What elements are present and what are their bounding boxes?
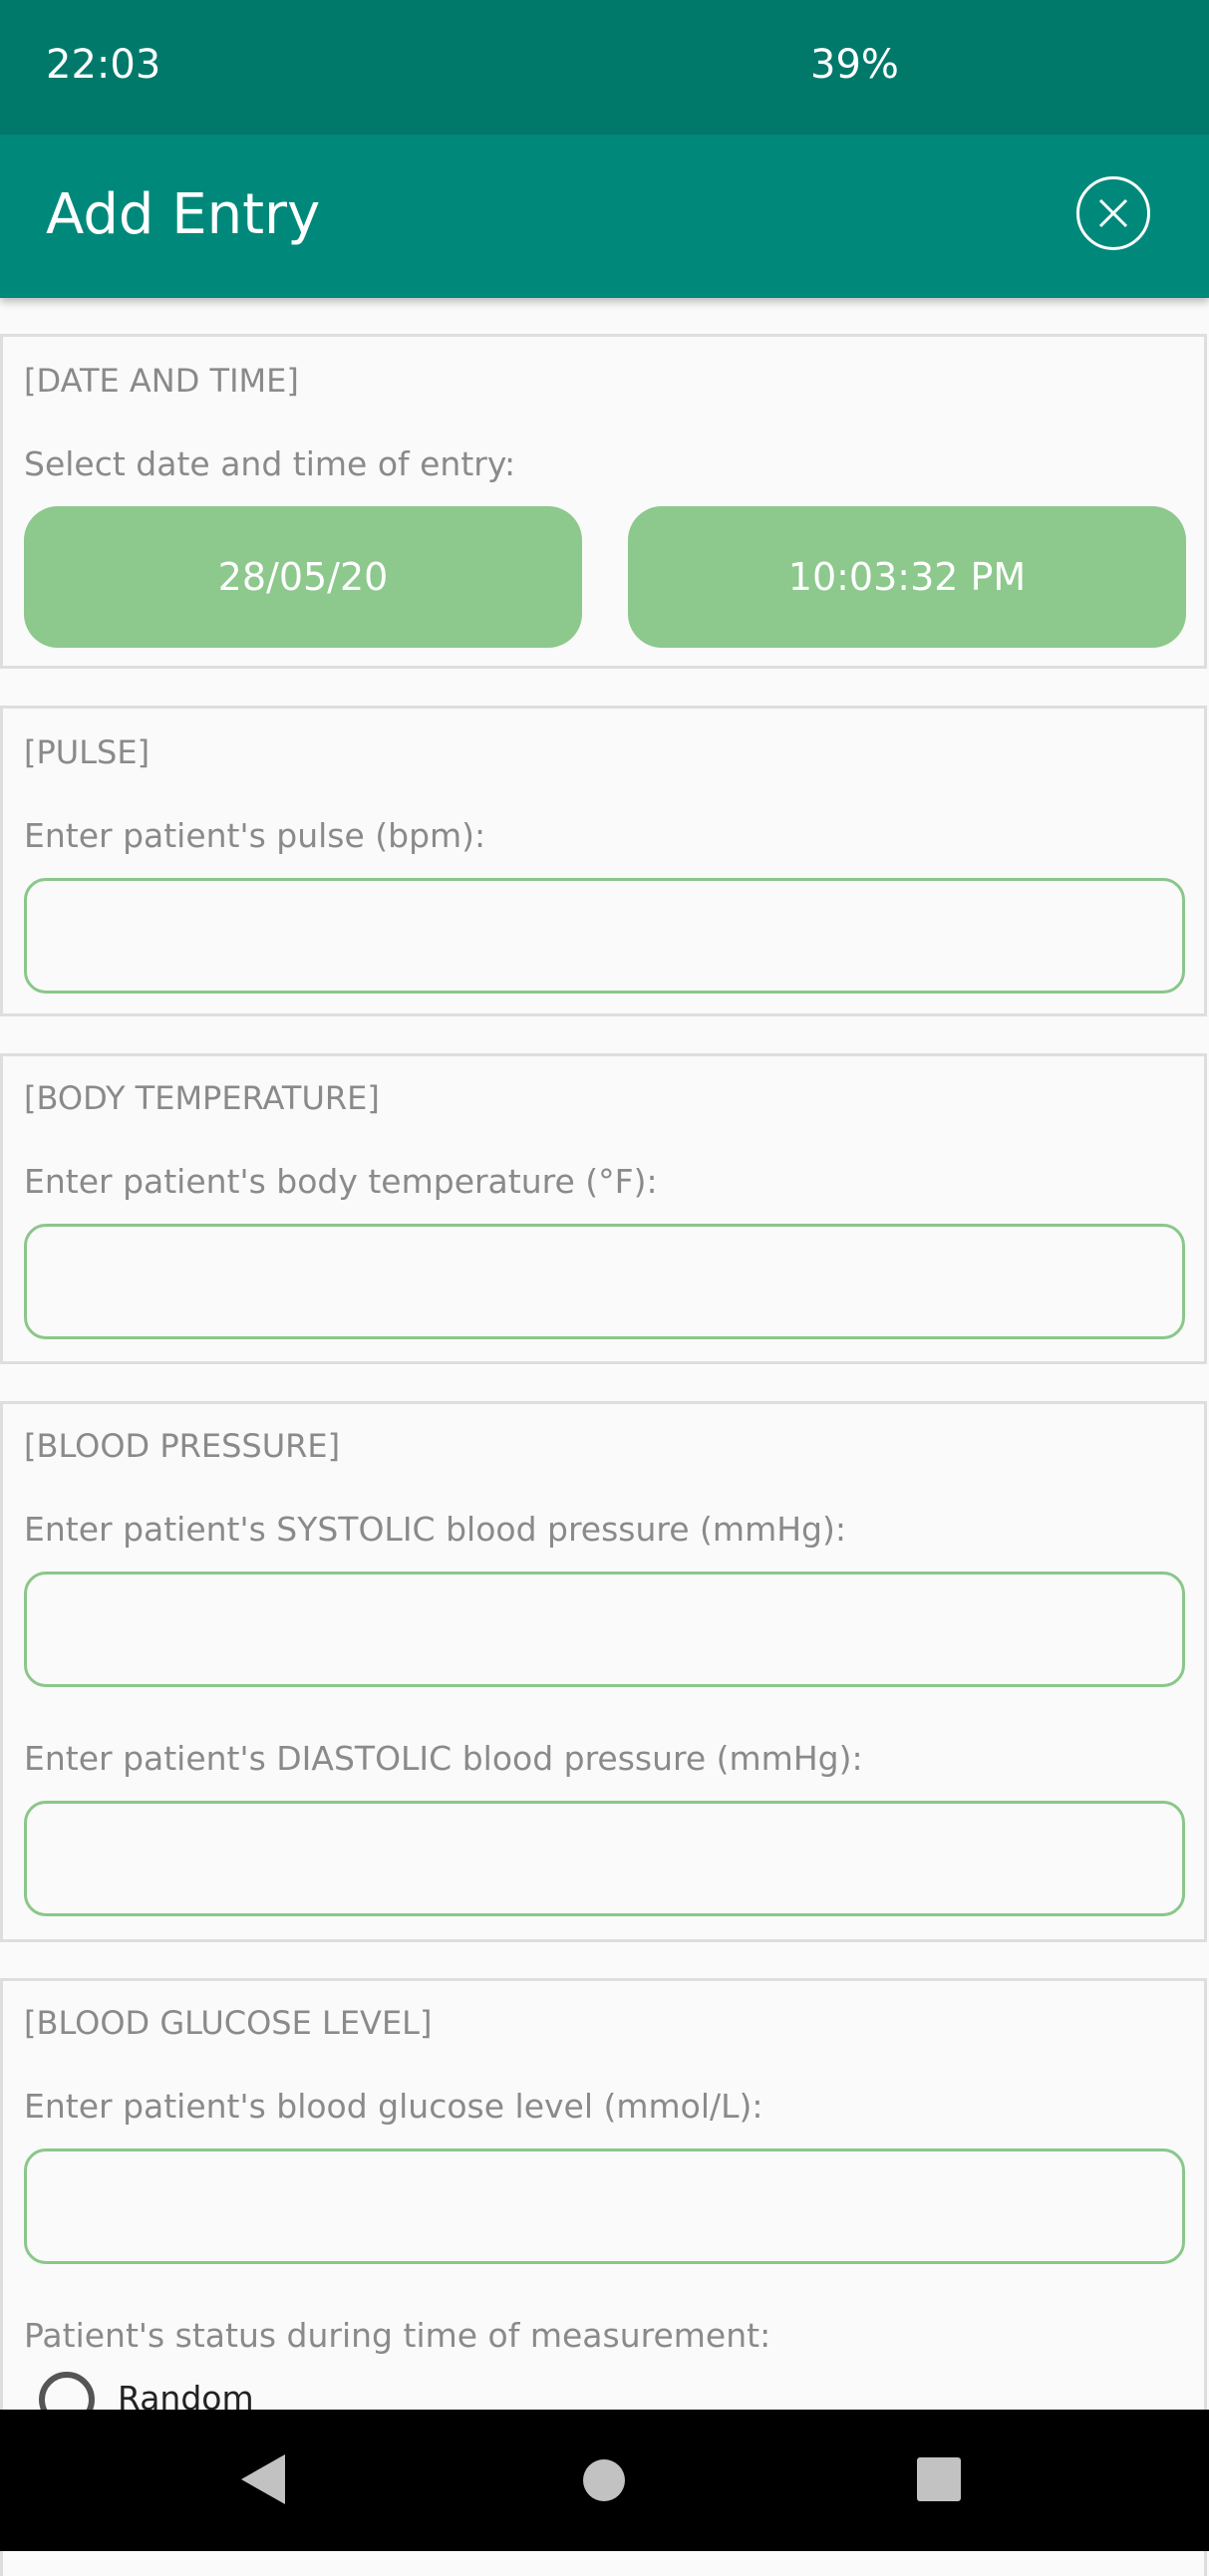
diastolic-input[interactable] bbox=[24, 1801, 1185, 1916]
time-picker-button[interactable]: 10:03:32 PM bbox=[628, 506, 1186, 648]
app-bar: Add Entry bbox=[0, 135, 1209, 298]
measurement-status-label: Patient's status during time of measurem… bbox=[24, 2316, 771, 2355]
body-temperature-label: Enter patient's body temperature (°F): bbox=[24, 1162, 658, 1201]
status-bar: 22:03 39% bbox=[0, 0, 1209, 135]
pulse-input[interactable] bbox=[24, 878, 1185, 994]
section-title-body-temperature: [BODY TEMPERATURE] bbox=[24, 1079, 380, 1117]
recents-square-icon[interactable] bbox=[917, 2457, 961, 2501]
diastolic-label: Enter patient's DIASTOLIC blood pressure… bbox=[24, 1739, 863, 1778]
pulse-section: [PULSE] Enter patient's pulse (bpm): bbox=[0, 706, 1207, 1016]
blood-pressure-section: [BLOOD PRESSURE] Enter patient's SYSTOLI… bbox=[0, 1401, 1207, 1942]
date-time-section: [DATE AND TIME] Select date and time of … bbox=[0, 334, 1207, 669]
section-title-blood-glucose: [BLOOD GLUCOSE LEVEL] bbox=[24, 2004, 433, 2042]
page-title: Add Entry bbox=[46, 182, 321, 247]
close-icon bbox=[1098, 198, 1128, 228]
section-title-pulse: [PULSE] bbox=[24, 733, 151, 771]
section-title-blood-pressure: [BLOOD PRESSURE] bbox=[24, 1427, 341, 1465]
home-circle-icon[interactable] bbox=[583, 2459, 625, 2501]
body-temperature-input[interactable] bbox=[24, 1224, 1185, 1339]
date-time-label: Select date and time of entry: bbox=[24, 444, 516, 483]
back-triangle-icon[interactable] bbox=[239, 2452, 287, 2506]
systolic-input[interactable] bbox=[24, 1572, 1185, 1687]
systolic-label: Enter patient's SYSTOLIC blood pressure … bbox=[24, 1510, 846, 1549]
pulse-label: Enter patient's pulse (bpm): bbox=[24, 816, 486, 855]
navigation-bar bbox=[0, 2410, 1209, 2551]
blood-glucose-label: Enter patient's blood glucose level (mmo… bbox=[24, 2087, 763, 2126]
status-time: 22:03 bbox=[46, 42, 161, 88]
section-title-date-time: [DATE AND TIME] bbox=[24, 362, 299, 400]
date-picker-button[interactable]: 28/05/20 bbox=[24, 506, 582, 648]
blood-glucose-input[interactable] bbox=[24, 2148, 1185, 2264]
body-temperature-section: [BODY TEMPERATURE] Enter patient's body … bbox=[0, 1053, 1207, 1364]
battery-level: 39% bbox=[810, 42, 899, 88]
close-button[interactable] bbox=[1076, 176, 1150, 250]
